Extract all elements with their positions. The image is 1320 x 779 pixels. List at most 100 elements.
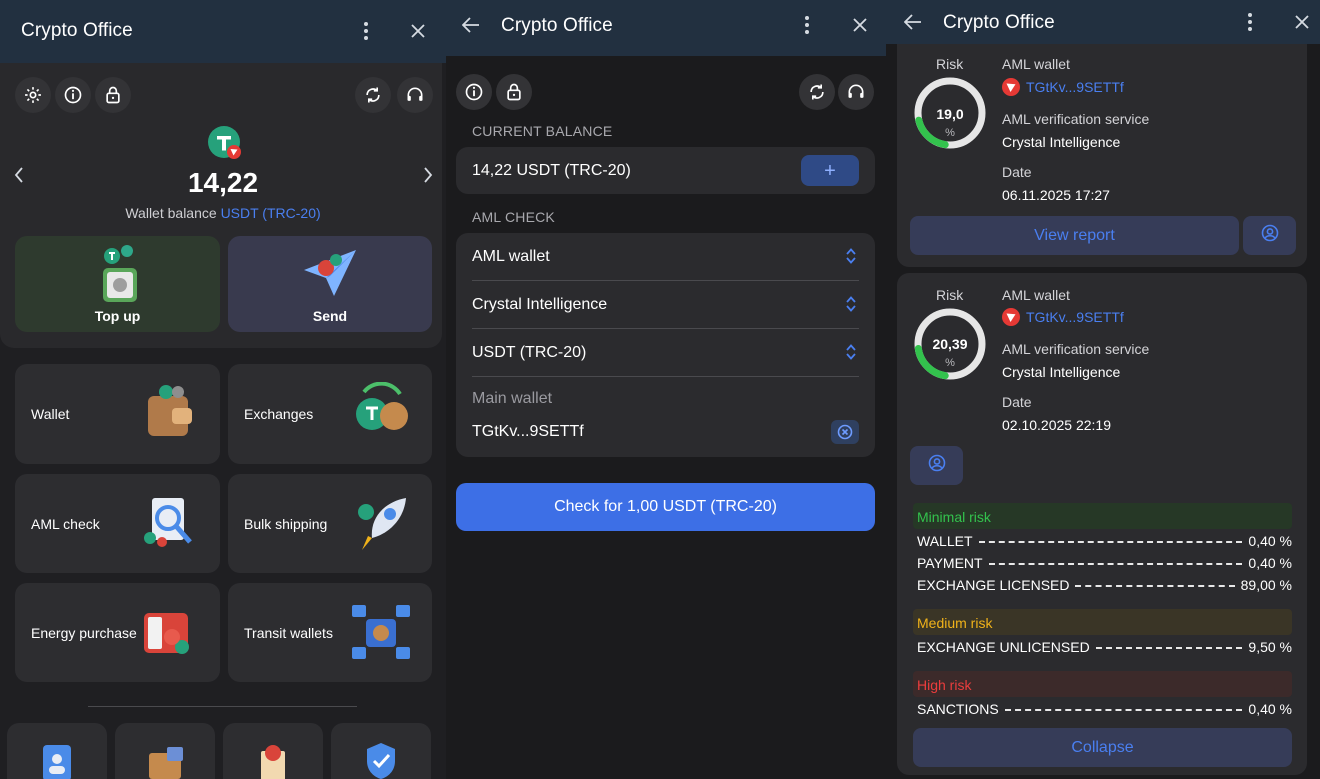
close-icon[interactable] [1288, 8, 1316, 36]
risk-row-name: EXCHANGE UNLICENSED [917, 639, 1090, 655]
merchant-icon [145, 743, 185, 779]
wallet-address-link[interactable]: TGtKv...9SETTf [1026, 79, 1124, 95]
more-vertical-icon[interactable] [352, 17, 380, 45]
check-type-select[interactable]: AML wallet [472, 233, 859, 281]
close-icon[interactable] [846, 11, 874, 39]
more-vertical-icon[interactable] [1236, 8, 1264, 36]
wallet-header: Crypto Office [0, 0, 446, 63]
wallet-panel: Crypto Office 14,22 Wallet balance USDT … [0, 0, 446, 779]
check-submit-button[interactable]: Check for 1,00 USDT (TRC-20) [456, 483, 875, 531]
exchange-illustration-icon [350, 381, 414, 446]
date-value: 02.10.2025 22:19 [1002, 417, 1111, 433]
risk-label: Risk [936, 56, 964, 72]
current-balance-card: 14,22 USDT (TRC-20) + [456, 147, 875, 194]
risk-label: Risk [936, 287, 964, 303]
service-value: Crystal Intelligence [472, 296, 608, 313]
user-profile-button[interactable] [910, 446, 963, 485]
risk-row-payment: PAYMENT 0,40 % [917, 553, 1292, 573]
bottom-tile-contacts[interactable] [7, 723, 107, 779]
refresh-icon[interactable] [355, 77, 391, 113]
tile-transit-wallets[interactable]: Transit wallets [228, 583, 432, 682]
check-type-label: AML wallet [1002, 56, 1070, 72]
wallet-field-label: Main wallet [472, 390, 553, 407]
support-headset-icon[interactable] [397, 77, 433, 113]
minimal-risk-header: Minimal risk [913, 503, 1292, 529]
tile-wallet[interactable]: Wallet [15, 364, 220, 464]
tron-icon [1002, 308, 1020, 326]
user-profile-button[interactable] [1243, 216, 1296, 255]
add-funds-button[interactable]: + [801, 155, 859, 186]
bottom-tile-security[interactable] [331, 723, 431, 779]
check-type-label: AML wallet [1002, 287, 1070, 303]
check-type-value: AML wallet [472, 248, 550, 265]
risk-row-name: WALLET [917, 533, 973, 549]
safe-illustration-icon [97, 242, 141, 306]
paper-plane-illustration-icon [300, 246, 360, 302]
balance-label: Wallet balance [125, 205, 217, 221]
wallet-address-link[interactable]: TGtKv...9SETTf [1026, 309, 1124, 325]
check-submit-label: Check for 1,00 USDT (TRC-20) [554, 498, 777, 515]
more-vertical-icon[interactable] [793, 11, 821, 39]
date-label: Date [1002, 164, 1032, 180]
send-button[interactable]: Send [228, 236, 432, 332]
bottom-tile-merchant[interactable] [115, 723, 215, 779]
shield-chain-icon [363, 741, 399, 779]
aml-check-header: AML CHECK [472, 209, 555, 225]
tile-exchanges[interactable]: Exchanges [228, 364, 432, 464]
service-value: Crystal Intelligence [1002, 364, 1121, 380]
medium-risk-header: Medium risk [913, 609, 1292, 635]
wallet-address-value: TGtKv...9SETTf [472, 423, 584, 440]
risk-unit-2: % [945, 357, 955, 369]
wallet-address-field[interactable]: Main wallet TGtKv...9SETTf [472, 377, 859, 457]
app-title: Crypto Office [943, 12, 1055, 33]
view-report-button[interactable]: View report [910, 216, 1239, 255]
lock-icon[interactable] [496, 74, 532, 110]
close-icon[interactable] [404, 17, 432, 45]
info-icon[interactable] [456, 74, 492, 110]
tile-aml-check-label: AML check [31, 515, 100, 532]
balance-currency-link[interactable]: USDT (TRC-20) [221, 205, 321, 221]
back-arrow-icon[interactable] [457, 11, 485, 39]
current-balance-value: 14,22 USDT (TRC-20) [472, 162, 631, 179]
tile-wallet-label: Wallet [31, 406, 70, 422]
risk-value-1: 19,0 [936, 106, 964, 122]
risk-row-percent: 0,40 % [1248, 555, 1292, 571]
tile-bulk-shipping-label: Bulk shipping [244, 515, 328, 532]
tile-exchanges-label: Exchanges [244, 406, 314, 422]
energy-illustration-icon [138, 601, 202, 665]
date-value: 06.11.2025 17:27 [1002, 187, 1110, 203]
aml-check-form: AML wallet Crystal Intelligence USDT (TR… [456, 233, 875, 457]
back-arrow-icon[interactable] [899, 8, 927, 36]
refresh-icon[interactable] [799, 74, 835, 110]
risk-row-sanctions: SANCTIONS 0,40 % [917, 699, 1292, 719]
risk-row-wallet: WALLET 0,40 % [917, 531, 1292, 551]
tile-bulk-shipping[interactable]: Bulk shipping [228, 474, 432, 573]
usdt-tron-icon [208, 126, 242, 160]
bottom-tile-invoice[interactable] [223, 723, 323, 779]
risk-row-percent: 0,40 % [1248, 533, 1292, 549]
risk-row-exchange-licensed: EXCHANGE LICENSED 89,00 % [917, 575, 1292, 595]
risk-row-percent: 9,50 % [1248, 639, 1292, 655]
lock-icon[interactable] [95, 77, 131, 113]
collapse-button[interactable]: Collapse [913, 728, 1292, 767]
support-headset-icon[interactable] [838, 74, 874, 110]
tile-energy-purchase-label: Energy purchase [31, 624, 137, 641]
clear-field-icon[interactable] [831, 420, 859, 444]
high-risk-header: High risk [913, 671, 1292, 697]
top-up-button[interactable]: Top up [15, 236, 220, 332]
send-label: Send [312, 308, 348, 324]
tile-transit-wallets-label: Transit wallets [244, 624, 333, 641]
collapse-label: Collapse [1071, 738, 1134, 756]
chevron-up-down-icon [845, 247, 857, 270]
service-select[interactable]: Crystal Intelligence [472, 281, 859, 329]
service-label: AML verification service [1002, 341, 1150, 357]
settings-icon[interactable] [15, 77, 51, 113]
currency-select[interactable]: USDT (TRC-20) [472, 329, 859, 377]
result-card-1: Risk 19,0 % AML wallet TGtKv...9SETTf AM… [897, 20, 1307, 267]
risk-value-2: 20,39 [932, 336, 968, 352]
transit-illustration-icon [350, 601, 414, 665]
tile-aml-check[interactable]: AML check [15, 474, 220, 573]
info-icon[interactable] [55, 77, 91, 113]
tile-energy-purchase[interactable]: Energy purchase [15, 583, 220, 682]
risk-row-name: SANCTIONS [917, 701, 999, 717]
